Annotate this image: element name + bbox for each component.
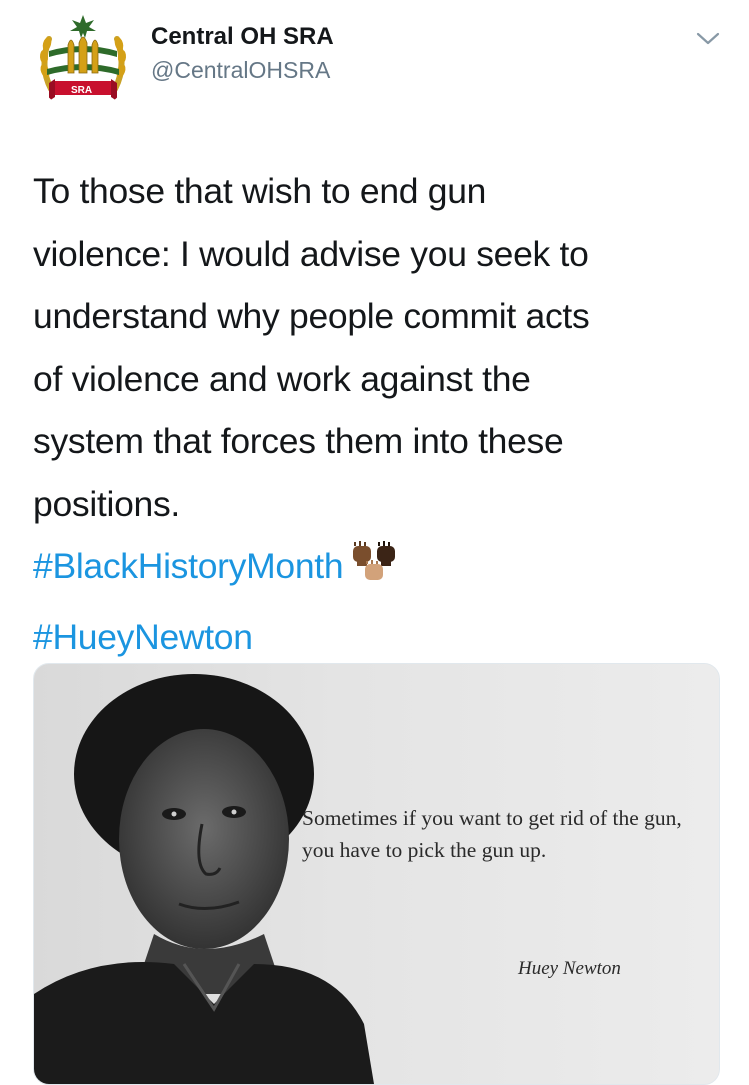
tweet-body: To those that wish to end gun violence: … [33,160,723,668]
user-handle[interactable]: @CentralOHSRA [151,55,330,85]
quote-author: Huey Newton [518,958,621,979]
hashtag-link[interactable]: #HueyNewton [33,617,253,657]
hashtag-line: #BlackHistoryMonth [33,535,723,606]
tweet-menu-button[interactable] [690,24,726,54]
tweet-line: system that forces them into these [33,421,564,461]
tweet-line: violence: I would advise you seek to [33,233,589,274]
hashtag-link[interactable]: #BlackHistoryMonth [33,546,344,586]
tweet-line: To those that wish to end gun [33,171,487,211]
avatar-badge-text: SRA [71,85,92,96]
raised-fists-emoji [349,538,401,606]
quote-text: Sometimes if you want to get rid of the … [302,806,682,862]
tweet-card[interactable]: SRA Central OH SRA @CentralOHSRA To thos… [0,0,749,1085]
hashtag-line: #HueyNewton [33,606,723,669]
sra-emblem-logo: SRA [39,15,127,101]
avatar[interactable]: SRA [33,11,133,111]
tweet-media-image[interactable]: Sometimes if you want to get rid of the … [33,663,720,1085]
tweet-line: positions. [33,483,180,524]
tweet-line: of violence and work against the [33,358,531,399]
display-name[interactable]: Central OH SRA [151,22,334,52]
portrait-photo [34,664,719,1084]
tweet-line: understand why people commit acts [33,296,590,336]
chevron-down-icon [696,32,720,45]
